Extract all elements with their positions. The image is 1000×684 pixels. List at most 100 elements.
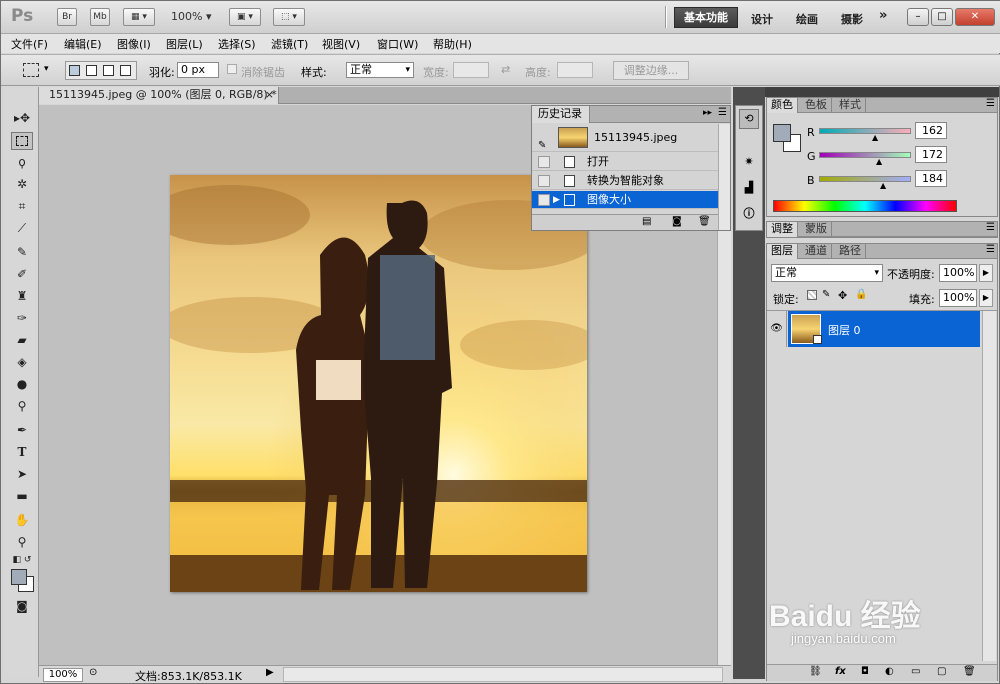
b-slider-thumb[interactable]: ▲ (880, 181, 886, 190)
antialias-checkbox[interactable] (227, 64, 237, 74)
new-document-icon[interactable]: ▤ (642, 216, 651, 227)
type-tool-icon[interactable]: T (11, 443, 33, 461)
trash-icon[interactable]: 🗑 (698, 216, 711, 227)
r-slider[interactable] (819, 128, 911, 134)
menu-layer[interactable]: 图层(L) (166, 36, 203, 52)
history-panel-icon[interactable]: ⟲ (739, 109, 759, 129)
zoom-tool-icon[interactable]: ⚲ (11, 533, 33, 551)
eyedropper-icon[interactable]: ⟋ (11, 219, 33, 237)
workspace-photography[interactable]: 摄影 (841, 11, 863, 27)
menu-window[interactable]: 窗口(W) (377, 36, 418, 52)
tab-styles[interactable]: 样式 (835, 98, 866, 113)
close-tab-icon[interactable]: × (265, 87, 274, 103)
pen-tool-icon[interactable]: ✒ (11, 421, 33, 439)
panel-menu-icon[interactable]: ☰ (986, 244, 995, 255)
info-icon[interactable]: ⓘ (739, 204, 759, 224)
screen-mode-button[interactable]: ⬚ ▾ (273, 8, 305, 26)
rectangle-shape-icon[interactable]: ▬ (11, 487, 33, 505)
tab-swatches[interactable]: 色板 (801, 98, 832, 113)
history-step[interactable]: 打开 (532, 153, 718, 171)
step-checkbox[interactable] (538, 175, 550, 187)
g-slider-thumb[interactable]: ▲ (876, 157, 882, 166)
mini-bridge-button[interactable]: Mb (90, 8, 110, 26)
adjustment-layer-icon[interactable]: ◐ (885, 666, 894, 677)
history-step[interactable]: 转换为智能对象 (532, 172, 718, 190)
delete-layer-icon[interactable]: 🗑 (963, 666, 976, 677)
new-group-icon[interactable]: ▭ (911, 666, 920, 677)
zoom-level-dropdown[interactable]: 100% ▾ (171, 10, 211, 23)
add-mask-icon[interactable]: ◘ (861, 666, 869, 677)
blur-tool-icon[interactable]: ● (11, 375, 33, 393)
panel-menu-icon[interactable]: ☰ (718, 107, 727, 118)
intersect-selection-icon[interactable] (120, 65, 131, 76)
r-value-input[interactable]: 162 (915, 122, 947, 139)
menu-image[interactable]: 图像(I) (117, 36, 151, 52)
navigator-icon[interactable]: ✷ (739, 152, 759, 172)
menu-filter[interactable]: 滤镜(T) (271, 36, 308, 52)
add-selection-icon[interactable] (86, 65, 97, 76)
width-input[interactable] (453, 62, 489, 78)
menu-edit[interactable]: 编辑(E) (64, 36, 102, 52)
new-selection-icon[interactable] (69, 65, 80, 76)
rectangular-marquee-icon[interactable] (11, 132, 33, 150)
minimize-button[interactable]: – (907, 8, 929, 26)
path-selection-icon[interactable]: ➤ (11, 465, 33, 483)
link-layers-icon[interactable]: ⛓ (809, 666, 822, 677)
fill-input[interactable]: 100% (939, 289, 977, 307)
lock-all-icon[interactable]: 🔒 (855, 289, 867, 300)
paint-bucket-icon[interactable]: ◈ (11, 353, 33, 371)
history-snapshot[interactable]: ✎ 15113945.jpeg (532, 124, 718, 152)
more-workspaces-icon[interactable]: » (879, 8, 887, 23)
opacity-slider-button[interactable]: ▶ (979, 264, 993, 282)
tab-channels[interactable]: 通道 (801, 244, 832, 259)
menu-file[interactable]: 文件(F) (11, 36, 48, 52)
subtract-selection-icon[interactable] (103, 65, 114, 76)
lock-pixels-icon[interactable]: ✎ (822, 289, 830, 300)
layer-name[interactable]: 图层 0 (828, 322, 861, 338)
blend-mode-select[interactable]: 正常 ▾ (771, 264, 883, 282)
quick-mask-icon[interactable]: ◙ (11, 597, 33, 615)
collapse-icon[interactable]: ▸▸ (703, 108, 712, 118)
lock-position-icon[interactable]: ✥ (838, 289, 847, 302)
history-scrollbar[interactable] (718, 124, 730, 230)
history-tab[interactable]: 历史记录 (532, 106, 590, 123)
maximize-button[interactable]: □ (931, 8, 953, 26)
color-spectrum-bar[interactable] (773, 200, 957, 212)
close-button[interactable]: ✕ (955, 8, 995, 26)
menu-select[interactable]: 选择(S) (218, 36, 256, 52)
dodge-tool-icon[interactable]: ⚲ (11, 397, 33, 415)
height-input[interactable] (557, 62, 593, 78)
visibility-eye-icon[interactable]: 👁 (767, 311, 787, 347)
view-extras-button[interactable]: ▦ ▾ (123, 8, 155, 26)
tab-paths[interactable]: 路径 (835, 244, 866, 259)
fg-color-swatch[interactable] (773, 124, 791, 142)
style-select[interactable]: 正常 ▾ (346, 62, 414, 78)
bridge-button[interactable]: Br (57, 8, 77, 26)
default-colors-icon[interactable]: ◧ ↺ (11, 551, 33, 569)
document-tab[interactable]: 15113945.jpeg @ 100% (图层 0, RGB/8) * × (39, 87, 279, 104)
brush-tool-icon[interactable]: ✐ (11, 265, 33, 283)
status-menu-icon[interactable]: ⊙ (89, 667, 97, 678)
lasso-tool-icon[interactable]: ϙ (11, 153, 33, 171)
healing-brush-icon[interactable]: ✎ (11, 243, 33, 261)
document-image[interactable] (170, 175, 587, 592)
status-zoom-field[interactable]: 100% (43, 668, 83, 682)
b-value-input[interactable]: 184 (915, 170, 947, 187)
chevron-down-icon[interactable]: ▾ (44, 64, 49, 74)
step-checkbox[interactable] (538, 194, 550, 206)
quick-selection-icon[interactable]: ✲ (11, 175, 33, 193)
marquee-tool-preset-icon[interactable] (23, 63, 39, 77)
move-tool-icon[interactable]: ▸✥ (11, 109, 33, 127)
crop-tool-icon[interactable]: ⌗ (11, 197, 33, 215)
horizontal-scrollbar[interactable] (283, 667, 723, 682)
g-value-input[interactable]: 172 (915, 146, 947, 163)
snapshot-camera-icon[interactable]: ◙ (672, 216, 682, 227)
opacity-input[interactable]: 100% (939, 264, 977, 282)
menu-view[interactable]: 视图(V) (322, 36, 360, 52)
status-arrow-icon[interactable]: ▶ (266, 667, 274, 678)
history-brush-icon[interactable]: ✑ (11, 309, 33, 327)
lock-transparency-icon[interactable] (807, 290, 817, 300)
menu-help[interactable]: 帮助(H) (433, 36, 472, 52)
fx-icon[interactable]: fx (835, 666, 846, 677)
step-checkbox[interactable] (538, 156, 550, 168)
